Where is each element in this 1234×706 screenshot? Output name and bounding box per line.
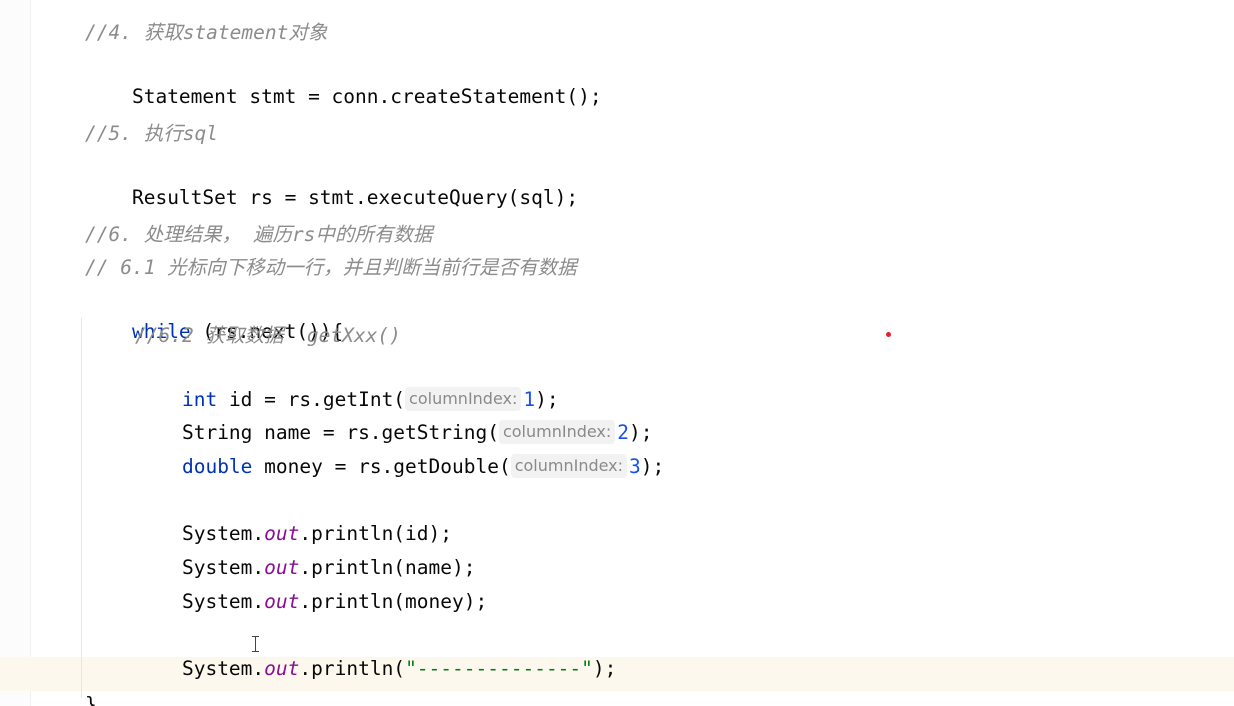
code-line-println-id[interactable]: System.out.println(id);	[135, 489, 452, 545]
closing-brace: }	[85, 693, 97, 706]
string-literal: "--------------"	[405, 657, 593, 680]
code-line-println-separator[interactable]: System.out.println("--------------");	[135, 624, 616, 680]
comment-line-6: //6. 处理结果， 遍历rs中的所有数据	[85, 223, 433, 246]
code-text: money = rs.getDouble(	[252, 455, 511, 478]
pointer-dot-icon	[886, 332, 891, 337]
code-line-println-money[interactable]: System.out.println(money);	[135, 557, 487, 613]
code-line-statement[interactable]: Statement stmt = conn.createStatement();	[85, 52, 602, 108]
code-text: ResultSet rs = stmt.executeQuery(sql);	[131, 186, 579, 209]
code-text: System.	[181, 657, 265, 680]
code-line-get-string[interactable]: String name = rs.getString(columnIndex: 2…	[135, 388, 653, 444]
code-text: System.	[181, 590, 265, 613]
static-field-out: out	[264, 657, 300, 680]
code-line-println-name[interactable]: System.out.println(name);	[135, 523, 476, 579]
comment-line-5: //5. 执行sql	[85, 122, 218, 145]
editor-gutter[interactable]	[0, 0, 31, 706]
text-cursor-icon	[252, 636, 259, 652]
keyword-double: double	[181, 455, 253, 478]
code-text: );	[640, 455, 665, 478]
code-line-resultset[interactable]: ResultSet rs = stmt.executeQuery(sql);	[85, 153, 578, 209]
indent-guide	[81, 318, 82, 698]
comment-line-6-1: // 6.1 光标向下移动一行，并且判断当前行是否有数据	[85, 256, 577, 279]
code-text: Statement stmt = conn.createStatement();	[131, 85, 602, 108]
comment-line-6-2: //6.2 获取数据 getXxx()	[135, 324, 401, 347]
code-line-get-int[interactable]: int id = rs.getInt(columnIndex: 1);	[135, 355, 559, 411]
code-text: .println(money);	[299, 590, 488, 613]
comment-line-4: //4. 获取statement对象	[85, 21, 328, 44]
code-line-while[interactable]: while (rs.next()){	[85, 287, 343, 343]
code-line-get-double[interactable]: double money = rs.getDouble(columnIndex:…	[135, 422, 664, 478]
number-literal: 3	[629, 455, 641, 478]
code-text: );	[592, 657, 617, 680]
static-field-out: out	[264, 590, 300, 613]
parameter-hint: columnIndex:	[510, 454, 628, 478]
code-editor[interactable]: //4. 获取statement对象 Statement stmt = conn…	[0, 0, 1234, 706]
code-text: .println(	[299, 657, 406, 680]
